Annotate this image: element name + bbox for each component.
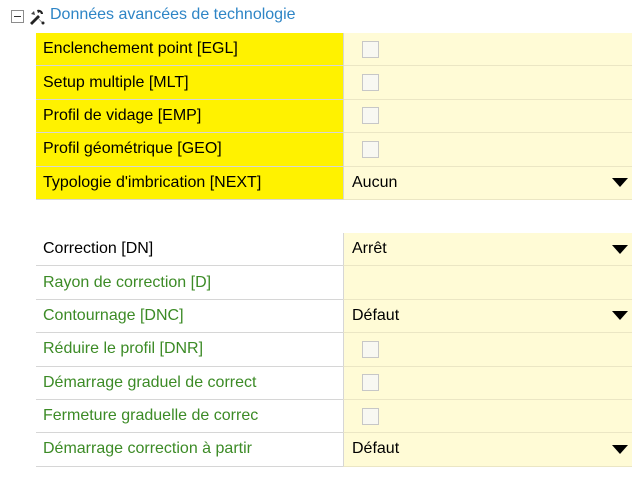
tools-icon [30,9,45,25]
section-header: Données avancées de technologie [0,0,632,33]
row-gutter [0,333,36,367]
dnr-checkbox[interactable] [362,340,379,358]
radius-field[interactable] [343,266,632,300]
section-title[interactable]: Données avancées de technologie [50,6,296,24]
property-label: Typologie d'imbrication [NEXT] [36,166,343,200]
property-value [343,133,632,167]
dropdown-value: Aucun [352,173,398,191]
property-label: Correction [DN] [36,232,343,267]
row-gutter [0,399,36,434]
property-label: Profil géométrique [GEO] [36,133,343,167]
dropdown-arrow-icon[interactable] [612,444,628,454]
mlt-checkbox[interactable] [362,74,379,92]
property-label: Contournage [DNC] [36,299,343,334]
collapse-icon[interactable] [11,10,24,23]
row-gutter [0,33,36,67]
row-gutter [0,232,36,267]
row-gutter [0,433,36,467]
dropdown-value: Défaut [352,440,400,458]
property-value [343,366,632,400]
property-value [343,399,632,434]
property-row-dnr: Réduire le profil [DNR] [0,333,632,367]
property-row-geo: Profil géométrique [GEO] [0,133,632,167]
property-row-d: Rayon de correction [D] [0,266,632,300]
property-row-correction-start: Démarrage correction à partir Défaut [0,433,632,467]
geo-checkbox[interactable] [362,140,379,158]
dnc-dropdown[interactable]: Défaut [343,299,632,334]
property-row-gradual-close: Fermeture graduelle de correc [0,399,632,434]
property-row-mlt: Setup multiple [MLT] [0,66,632,100]
group-spacer [0,199,632,233]
dn-dropdown[interactable]: Arrêt [343,232,632,267]
property-label: Réduire le profil [DNR] [36,333,343,367]
property-grid: Enclenchement point [EGL] Setup multiple… [0,33,632,467]
next-dropdown[interactable]: Aucun [343,166,632,200]
property-label: Fermeture graduelle de correc [36,399,343,434]
dropdown-value: Arrêt [352,240,387,258]
property-label: Profil de vidage [EMP] [36,99,343,134]
property-value [343,33,632,67]
property-row-next: Typologie d'imbrication [NEXT] Aucun [0,166,632,200]
dropdown-arrow-icon[interactable] [612,244,628,254]
property-row-dn: Correction [DN] Arrêt [0,232,632,267]
row-gutter [0,166,36,200]
row-gutter [0,133,36,167]
row-gutter [0,66,36,100]
row-gutter [0,299,36,334]
egl-checkbox[interactable] [362,40,379,58]
row-gutter [0,366,36,400]
dropdown-value: Défaut [352,306,400,324]
property-label: Enclenchement point [EGL] [36,33,343,67]
correction-start-dropdown[interactable]: Défaut [343,433,632,467]
dropdown-arrow-icon[interactable] [612,311,628,321]
property-row-dnc: Contournage [DNC] Défaut [0,299,632,334]
row-gutter [0,266,36,300]
property-value [343,333,632,367]
property-label: Démarrage correction à partir [36,433,343,467]
property-row-gradual-start: Démarrage graduel de correct [0,366,632,400]
property-row-emp: Profil de vidage [EMP] [0,99,632,134]
row-gutter [0,99,36,134]
property-row-egl: Enclenchement point [EGL] [0,33,632,67]
gradual-start-checkbox[interactable] [362,374,379,392]
gradual-close-checkbox[interactable] [362,407,379,425]
property-label: Setup multiple [MLT] [36,66,343,100]
property-value [343,99,632,134]
property-label: Rayon de correction [D] [36,266,343,300]
property-value [343,66,632,100]
emp-checkbox[interactable] [362,107,379,125]
property-label: Démarrage graduel de correct [36,366,343,400]
dropdown-arrow-icon[interactable] [612,178,628,188]
